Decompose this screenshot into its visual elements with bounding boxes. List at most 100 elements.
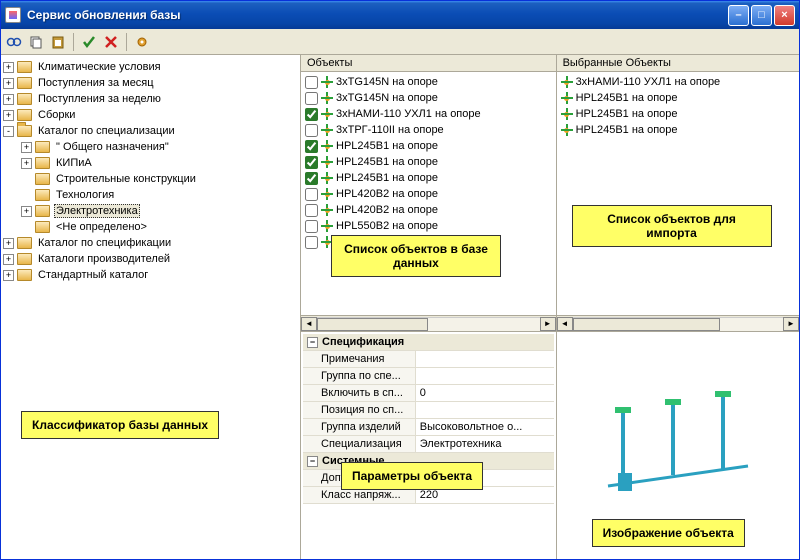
object-checkbox[interactable] bbox=[305, 156, 318, 169]
binoculars-icon[interactable] bbox=[5, 33, 23, 51]
scroll-right-icon[interactable]: ► bbox=[783, 317, 799, 331]
tree-node[interactable]: Строительные конструкции bbox=[3, 171, 298, 187]
object-icon bbox=[321, 172, 333, 184]
tree-node[interactable]: +КИПиА bbox=[3, 155, 298, 171]
object-row[interactable]: HPL245B1 на опоре bbox=[303, 154, 554, 170]
object-checkbox[interactable] bbox=[305, 124, 318, 137]
prop-value[interactable]: 0 bbox=[416, 385, 554, 401]
expand-icon[interactable]: + bbox=[3, 110, 14, 121]
expand-icon[interactable]: + bbox=[3, 270, 14, 281]
scroll-left-icon[interactable]: ◄ bbox=[557, 317, 573, 331]
toolbar-separator bbox=[73, 33, 74, 51]
gear-icon[interactable] bbox=[133, 33, 151, 51]
properties-grid[interactable]: −СпецификацияПримечанияГруппа по спе...В… bbox=[301, 332, 556, 559]
tree[interactable]: + Климатические условия +Поступления за ме… bbox=[1, 55, 300, 559]
titlebar: Сервис обновления базы – □ × bbox=[1, 1, 799, 29]
object-checkbox[interactable] bbox=[305, 140, 318, 153]
prop-group-header[interactable]: −Спецификация bbox=[303, 334, 554, 351]
object-checkbox[interactable] bbox=[305, 108, 318, 121]
tree-node[interactable]: + Климатические условия bbox=[3, 59, 298, 75]
copy-icon[interactable] bbox=[27, 33, 45, 51]
prop-row[interactable]: Позиция по сп... bbox=[303, 402, 554, 419]
scroll-left-icon[interactable]: ◄ bbox=[301, 317, 317, 331]
tree-node[interactable]: +Сборки bbox=[3, 107, 298, 123]
selected-object-row[interactable]: HPL245B1 на опоре bbox=[559, 122, 797, 138]
callout-props: Параметры объекта bbox=[341, 462, 483, 490]
tree-node[interactable]: +Поступления за неделю bbox=[3, 91, 298, 107]
object-checkbox[interactable] bbox=[305, 188, 318, 201]
object-label: HPL245B1 на опоре bbox=[576, 92, 678, 104]
tree-node[interactable]: +Электротехника bbox=[3, 203, 298, 219]
close-button[interactable]: × bbox=[774, 5, 795, 26]
expand-icon[interactable]: + bbox=[3, 78, 14, 89]
tree-label: Климатические условия bbox=[36, 61, 163, 73]
object-row[interactable]: HPL245B1 на опоре bbox=[303, 170, 554, 186]
toolbar bbox=[1, 29, 799, 55]
object-icon bbox=[321, 140, 333, 152]
object-checkbox[interactable] bbox=[305, 204, 318, 217]
prop-row[interactable]: Группа по спе... bbox=[303, 368, 554, 385]
expand-icon[interactable]: + bbox=[21, 142, 32, 153]
prop-value[interactable] bbox=[416, 402, 554, 418]
prop-row[interactable]: Примечания bbox=[303, 351, 554, 368]
object-row[interactable]: 3xTG145N на опоре bbox=[303, 90, 554, 106]
tree-node[interactable]: Технология bbox=[3, 187, 298, 203]
object-icon bbox=[321, 156, 333, 168]
tree-node[interactable]: + Каталоги производителей bbox=[3, 251, 298, 267]
expand-icon[interactable]: + bbox=[3, 254, 14, 265]
object-icon bbox=[321, 188, 333, 200]
prop-value[interactable]: Электротехника bbox=[416, 436, 554, 452]
object-row[interactable]: HPL245B1 на опоре bbox=[303, 138, 554, 154]
selected-object-row[interactable]: HPL245B1 на опоре bbox=[559, 106, 797, 122]
object-checkbox[interactable] bbox=[305, 172, 318, 185]
objects-hscroll[interactable]: ◄ ► bbox=[301, 315, 556, 331]
prop-row[interactable]: Группа изделийВысоковольтное о... bbox=[303, 419, 554, 436]
object-checkbox[interactable] bbox=[305, 92, 318, 105]
tree-node[interactable]: +" Общего назначения" bbox=[3, 139, 298, 155]
folder-icon bbox=[17, 77, 32, 89]
object-row[interactable]: HPL420B2 на опоре bbox=[303, 186, 554, 202]
object-checkbox[interactable] bbox=[305, 220, 318, 233]
delete-icon[interactable] bbox=[102, 33, 120, 51]
collapse-icon[interactable]: − bbox=[307, 337, 318, 348]
scroll-right-icon[interactable]: ► bbox=[540, 317, 556, 331]
object-label: HPL245B1 на опоре bbox=[576, 108, 678, 120]
object-row[interactable]: HPL550B2 на опоре bbox=[303, 218, 554, 234]
selected-list[interactable]: 3xНАМИ-110 УХЛ1 на опоре HPL245B1 на опор… bbox=[557, 72, 799, 315]
tree-label: Каталоги производителей bbox=[36, 253, 172, 265]
expand-icon[interactable]: + bbox=[21, 206, 32, 217]
minimize-button[interactable]: – bbox=[728, 5, 749, 26]
prop-value[interactable] bbox=[416, 368, 554, 384]
expand-icon[interactable]: + bbox=[21, 158, 32, 169]
prop-row[interactable]: СпециализацияЭлектротехника bbox=[303, 436, 554, 453]
objects-list[interactable]: 3xTG145N на опоре3xTG145N на опоре3xНАМИ… bbox=[301, 72, 556, 315]
object-row[interactable]: 3xНАМИ-110 УХЛ1 на опоре bbox=[303, 106, 554, 122]
object-row[interactable]: 3xТРГ-110II на опоре bbox=[303, 122, 554, 138]
selected-hscroll[interactable]: ◄ ► bbox=[557, 315, 799, 331]
object-row[interactable]: HPL420B2 на опоре bbox=[303, 202, 554, 218]
expand-icon[interactable]: + bbox=[3, 94, 14, 105]
tree-node[interactable]: <Не определено> bbox=[3, 219, 298, 235]
tree-node[interactable]: -Каталог по специализации bbox=[3, 123, 298, 139]
tree-label: Стандартный каталог bbox=[36, 269, 150, 281]
tree-node[interactable]: +Каталог по спецификации bbox=[3, 235, 298, 251]
prop-row[interactable]: Включить в сп...0 bbox=[303, 385, 554, 402]
tree-node[interactable]: +Поступления за месяц bbox=[3, 75, 298, 91]
object-checkbox[interactable] bbox=[305, 236, 318, 249]
expand-icon[interactable]: + bbox=[3, 62, 14, 73]
selected-object-row[interactable]: 3xНАМИ-110 УХЛ1 на опоре bbox=[559, 74, 797, 90]
folder-icon bbox=[35, 221, 50, 233]
mark-icon[interactable] bbox=[80, 33, 98, 51]
paste-icon[interactable] bbox=[49, 33, 67, 51]
maximize-button[interactable]: □ bbox=[751, 5, 772, 26]
prop-value[interactable] bbox=[416, 351, 554, 367]
collapse-icon[interactable]: - bbox=[3, 126, 14, 137]
object-row[interactable]: 3xTG145N на опоре bbox=[303, 74, 554, 90]
object-checkbox[interactable] bbox=[305, 76, 318, 89]
expand-icon[interactable]: + bbox=[3, 238, 14, 249]
folder-icon bbox=[35, 141, 50, 153]
collapse-icon[interactable]: − bbox=[307, 456, 318, 467]
selected-object-row[interactable]: HPL245B1 на опоре bbox=[559, 90, 797, 106]
prop-value[interactable]: Высоковольтное о... bbox=[416, 419, 554, 435]
tree-node[interactable]: + Стандартный каталог bbox=[3, 267, 298, 283]
